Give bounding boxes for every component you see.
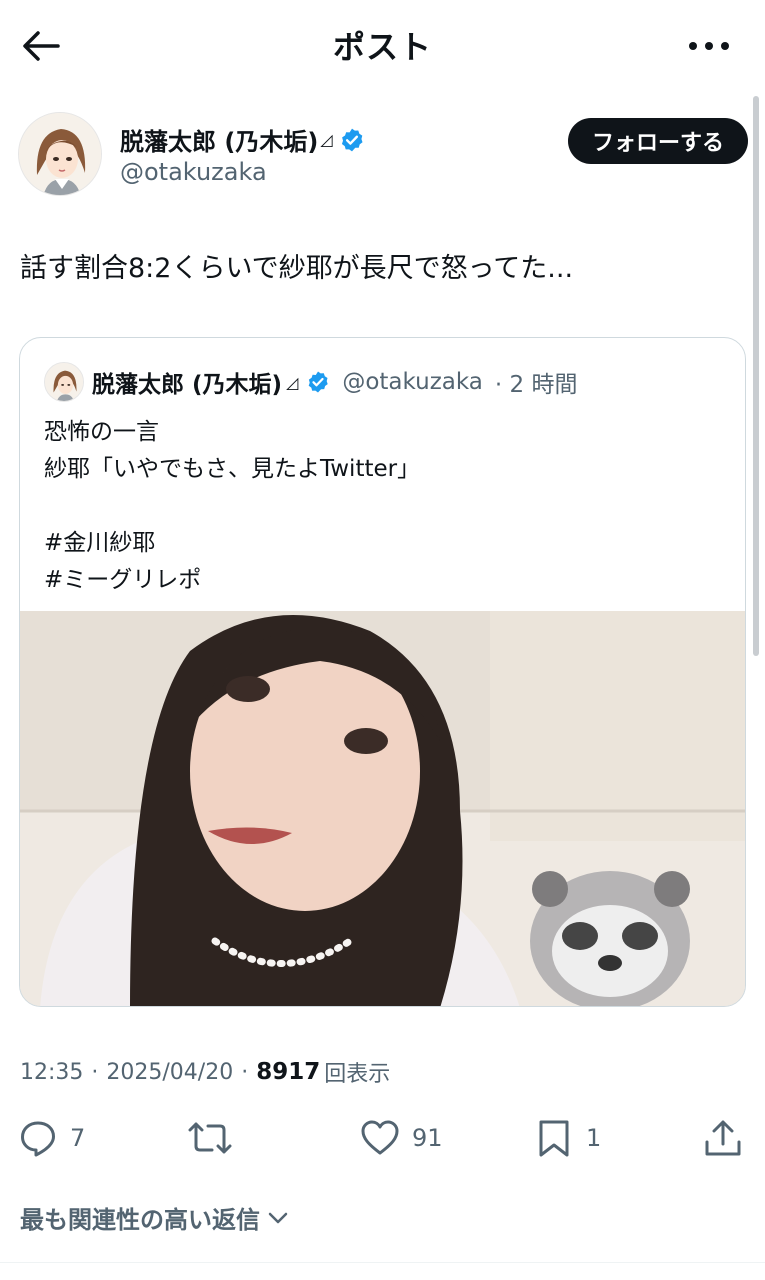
share-icon: [705, 1120, 741, 1156]
quote-text: 恐怖の一言 紗耶「いやでもさ、見たよTwitter」 #金川紗耶 #ミーグリレポ: [44, 414, 420, 599]
like-icon: [361, 1120, 399, 1155]
author-name-row: 脱藩太郎 (乃木垢) ◿: [120, 122, 365, 157]
photo-woman-with-plush: [20, 611, 745, 1006]
quote-header: 脱藩太郎 (乃木垢) ◿ @otakuzaka · 2 時間: [44, 362, 577, 402]
quote-media-image[interactable]: [20, 611, 745, 1006]
quote-tweet-card[interactable]: 脱藩太郎 (乃木垢) ◿ @otakuzaka · 2 時間 恐怖の一言 紗耶「…: [19, 337, 746, 1007]
reply-sort-dropdown[interactable]: 最も関連性の高い返信: [20, 1200, 290, 1235]
divider: [0, 1262, 765, 1263]
reply-button[interactable]: 7: [18, 1118, 85, 1158]
verified-badge-icon: [309, 371, 329, 393]
share-button[interactable]: [703, 1118, 743, 1158]
quote-author-name: 脱藩太郎 (乃木垢): [92, 372, 283, 398]
quote-line: [44, 488, 420, 525]
view-count-label: 回表示: [324, 1062, 391, 1087]
name-mark: ◿: [320, 130, 333, 149]
reply-count: 7: [70, 1124, 86, 1152]
author-handle[interactable]: @otakuzaka: [120, 158, 267, 186]
quote-avatar: [44, 362, 84, 402]
reply-icon: [21, 1121, 55, 1157]
quote-name-mark: ◿: [286, 372, 299, 392]
quote-timestamp: · 2 時間: [494, 372, 578, 398]
more-button[interactable]: [683, 28, 735, 64]
author-row: 脱藩太郎 (乃木垢) ◿ @otakuzaka フォローする: [18, 112, 748, 202]
meta-separator: ·: [241, 1059, 249, 1085]
reply-sort-label: 最も関連性の高い返信: [20, 1206, 260, 1234]
meta-separator: ·: [91, 1059, 99, 1085]
quote-hashtag[interactable]: #金川紗耶: [44, 525, 420, 562]
chevron-down-icon: [268, 1212, 288, 1223]
top-bar: ポスト: [0, 0, 765, 92]
bookmark-count: 1: [586, 1124, 602, 1152]
bookmark-icon: [539, 1120, 569, 1157]
view-count: 8917: [256, 1059, 321, 1085]
post-time: 12:35: [20, 1059, 84, 1085]
repost-button[interactable]: [188, 1118, 244, 1158]
repost-icon: [188, 1122, 232, 1154]
author-name[interactable]: 脱藩太郎 (乃木垢): [120, 122, 318, 157]
quote-avatar-illustration: [45, 363, 83, 401]
bookmark-button[interactable]: 1: [534, 1118, 601, 1158]
tweet-text: 話す割合8:2くらいで紗耶が長尺で怒ってた...: [20, 253, 574, 284]
quote-hashtag[interactable]: #ミーグリレポ: [44, 562, 420, 599]
like-count: 91: [412, 1124, 443, 1152]
quote-author-handle: @otakuzaka: [342, 369, 483, 395]
post-meta: 12:35 · 2025/04/20 · 8917 回表示: [20, 1056, 390, 1088]
quote-line: 恐怖の一言: [44, 419, 159, 445]
avatar-illustration: [19, 113, 101, 195]
action-bar: 7 91 1: [0, 1110, 765, 1170]
post-date: 2025/04/20: [106, 1059, 234, 1085]
verified-badge-icon: [341, 128, 363, 151]
scrollbar[interactable]: [753, 96, 759, 656]
page-title: ポスト: [332, 28, 432, 66]
more-icon: [689, 42, 729, 50]
follow-button[interactable]: フォローする: [567, 118, 748, 164]
like-button[interactable]: 91: [360, 1118, 443, 1158]
quote-line: 紗耶「いやでもさ、見たよTwitter」: [44, 456, 421, 482]
avatar[interactable]: [18, 112, 102, 196]
